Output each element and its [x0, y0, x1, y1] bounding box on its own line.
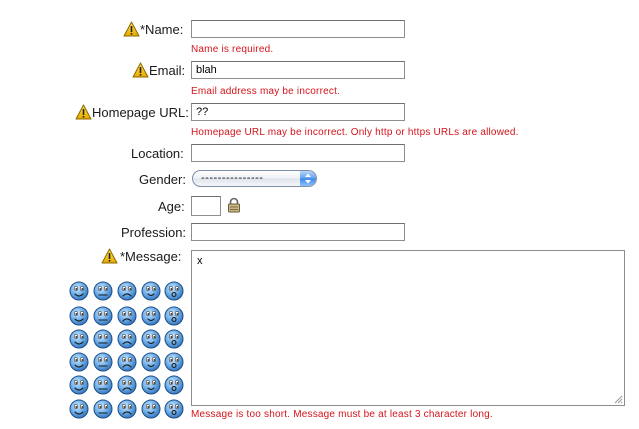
name-error: Name is required. — [191, 44, 274, 55]
location-label: Location: — [131, 146, 184, 161]
smiley-icon[interactable] — [93, 281, 113, 301]
smiley-icon[interactable] — [141, 375, 161, 395]
smiley-icon[interactable] — [69, 281, 89, 301]
smiley-icon[interactable] — [117, 375, 137, 395]
smiley-icon[interactable] — [69, 306, 89, 326]
smiley-icon[interactable] — [141, 306, 161, 326]
gender-label: Gender: — [139, 172, 186, 187]
smiley-icon[interactable] — [93, 399, 113, 419]
message-label: *Message: — [120, 249, 182, 264]
smiley-icon[interactable] — [69, 375, 89, 395]
warning-icon — [101, 248, 118, 264]
gender-selected-value: --------------- — [201, 172, 264, 184]
email-field[interactable]: blah — [191, 61, 405, 79]
smiley-icon[interactable] — [117, 329, 137, 349]
message-textarea[interactable]: x — [191, 250, 625, 406]
resize-grip-icon[interactable] — [613, 394, 623, 404]
smiley-icon[interactable] — [141, 399, 161, 419]
smiley-icon[interactable] — [141, 281, 161, 301]
message-error: Message is too short. Message must be at… — [191, 409, 493, 420]
warning-icon — [75, 104, 92, 120]
age-label: Age: — [158, 199, 185, 214]
smiley-icon[interactable] — [93, 329, 113, 349]
warning-icon — [132, 62, 149, 78]
name-label: *Name: — [140, 22, 184, 37]
email-label: Email: — [149, 63, 186, 78]
smiley-icon[interactable] — [117, 399, 137, 419]
profession-field[interactable] — [191, 223, 405, 241]
smiley-icon[interactable] — [141, 352, 161, 372]
profession-label: Profession: — [121, 225, 187, 240]
smiley-icon[interactable] — [164, 352, 184, 372]
homepage-label: Homepage URL: — [92, 105, 189, 120]
smiley-icon[interactable] — [164, 375, 184, 395]
smiley-icon[interactable] — [69, 399, 89, 419]
smiley-icon[interactable] — [164, 329, 184, 349]
select-arrows-icon — [300, 171, 316, 186]
smiley-icon[interactable] — [117, 352, 137, 372]
location-field[interactable] — [191, 144, 405, 162]
lock-icon[interactable] — [226, 197, 242, 213]
smiley-icon[interactable] — [93, 375, 113, 395]
smiley-icon[interactable] — [69, 352, 89, 372]
smiley-icon[interactable] — [117, 281, 137, 301]
smiley-icon[interactable] — [69, 329, 89, 349]
gender-select[interactable]: --------------- — [192, 170, 317, 187]
smiley-icon[interactable] — [93, 306, 113, 326]
smiley-icon[interactable] — [164, 306, 184, 326]
smiley-icon[interactable] — [93, 352, 113, 372]
warning-icon — [123, 21, 140, 37]
homepage-field[interactable]: ?? — [191, 103, 405, 121]
smiley-icon[interactable] — [164, 281, 184, 301]
homepage-error: Homepage URL may be incorrect. Only http… — [191, 127, 519, 138]
message-text: x — [197, 255, 203, 267]
email-error: Email address may be incorrect. — [191, 86, 341, 97]
smiley-icon[interactable] — [141, 329, 161, 349]
smiley-icon[interactable] — [164, 399, 184, 419]
smiley-icon[interactable] — [117, 306, 137, 326]
age-field[interactable] — [191, 196, 221, 216]
name-field[interactable] — [191, 20, 405, 38]
